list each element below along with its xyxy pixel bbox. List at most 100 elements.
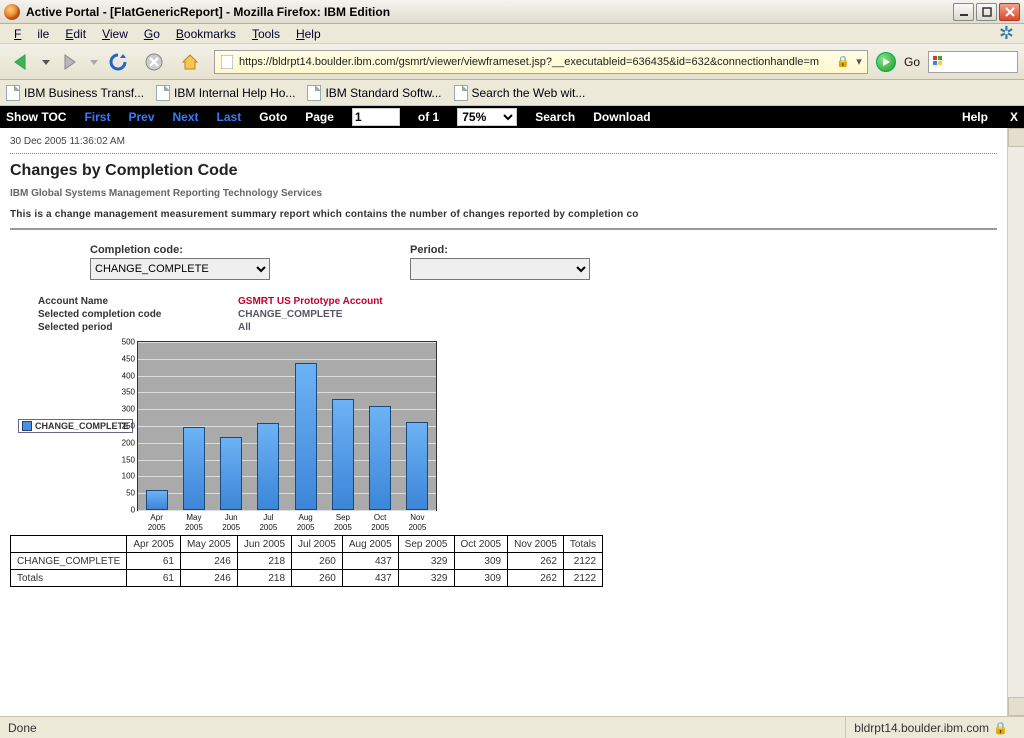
page-icon xyxy=(219,53,235,71)
forward-button[interactable] xyxy=(54,47,86,77)
chart-bar xyxy=(183,427,205,510)
table-cell: 309 xyxy=(454,553,508,570)
maximize-button[interactable] xyxy=(976,3,997,21)
table-header: Totals xyxy=(563,536,602,553)
meta-period-key: Selected period xyxy=(38,322,238,333)
bookmark-item[interactable]: Search the Web wit... xyxy=(454,85,586,101)
menu-file[interactable]: File xyxy=(6,25,57,43)
menu-view[interactable]: View xyxy=(94,25,136,43)
table-cell: 2122 xyxy=(563,553,602,570)
first-page-button[interactable]: First xyxy=(84,110,110,124)
back-button[interactable] xyxy=(6,47,38,77)
report-description: This is a change management measurement … xyxy=(10,209,997,220)
bookmark-item[interactable]: IBM Standard Softw... xyxy=(307,85,441,101)
go-label: Go xyxy=(904,55,920,69)
page-label: Page xyxy=(305,110,334,124)
meta-account-value: GSMRT US Prototype Account xyxy=(238,296,383,307)
page-icon xyxy=(156,85,170,101)
status-domain: bldrpt14.boulder.ibm.com🔒 xyxy=(845,717,1016,738)
menu-edit[interactable]: Edit xyxy=(57,25,94,43)
table-header: Jul 2005 xyxy=(292,536,343,553)
table-cell: 329 xyxy=(398,553,454,570)
divider xyxy=(10,228,997,230)
menu-help[interactable]: Help xyxy=(288,25,329,43)
page-icon xyxy=(6,85,20,101)
divider xyxy=(10,153,997,154)
table-header: Apr 2005 xyxy=(127,536,181,553)
period-select[interactable] xyxy=(410,258,590,280)
menu-tools[interactable]: Tools xyxy=(244,25,288,43)
meta-code-value: CHANGE_COMPLETE xyxy=(238,309,342,320)
firefox-icon xyxy=(4,4,20,20)
next-page-button[interactable]: Next xyxy=(173,110,199,124)
help-button[interactable]: Help xyxy=(962,110,988,124)
meta-account-key: Account Name xyxy=(38,296,238,307)
throbber-icon: ✲ xyxy=(999,23,1018,44)
page-icon xyxy=(307,85,321,101)
chart-bar xyxy=(146,490,168,510)
back-history-dropdown[interactable] xyxy=(42,47,50,77)
report-timestamp: 30 Dec 2005 11:36:02 AM xyxy=(10,136,997,147)
period-label: Period: xyxy=(410,244,590,256)
chart-bar xyxy=(295,363,317,510)
show-toc-button[interactable]: Show TOC xyxy=(6,110,66,124)
url-bar[interactable]: 🔒 ▾ xyxy=(214,50,868,74)
window-titlebar: Active Portal - [FlatGenericReport] - Mo… xyxy=(0,0,1024,24)
url-dropdown[interactable]: ▾ xyxy=(851,55,867,68)
filter-panel: Completion code: CHANGE_COMPLETE Period: xyxy=(90,244,997,280)
table-header: Nov 2005 xyxy=(508,536,564,553)
bookmark-item[interactable]: IBM Internal Help Ho... xyxy=(156,85,295,101)
reload-button[interactable] xyxy=(102,47,134,77)
search-box[interactable] xyxy=(928,51,1018,73)
table-header: Oct 2005 xyxy=(454,536,508,553)
report-title: Changes by Completion Code xyxy=(10,162,997,180)
table-cell: 246 xyxy=(180,570,237,587)
bookmark-item[interactable]: IBM Business Transf... xyxy=(6,85,144,101)
meta-period-value: All xyxy=(238,322,251,333)
close-button[interactable] xyxy=(999,3,1020,21)
url-input[interactable] xyxy=(239,56,835,68)
meta-code-key: Selected completion code xyxy=(38,309,238,320)
data-table: Apr 2005May 2005Jun 2005Jul 2005Aug 2005… xyxy=(10,535,603,587)
row-header: Totals xyxy=(11,570,127,587)
completion-code-select[interactable]: CHANGE_COMPLETE xyxy=(90,258,270,280)
last-page-button[interactable]: Last xyxy=(217,110,242,124)
viewer-close-button[interactable]: X xyxy=(1010,110,1018,124)
report-content: 30 Dec 2005 11:36:02 AM Changes by Compl… xyxy=(0,128,1007,716)
report-subtitle: IBM Global Systems Management Reporting … xyxy=(10,188,997,199)
table-cell: 437 xyxy=(342,570,398,587)
table-header: Jun 2005 xyxy=(237,536,291,553)
table-cell: 218 xyxy=(237,570,291,587)
menu-bookmarks[interactable]: Bookmarks xyxy=(168,25,244,43)
forward-history-dropdown[interactable] xyxy=(90,47,98,77)
home-button[interactable] xyxy=(174,47,206,77)
page-input[interactable] xyxy=(352,108,400,126)
chart-bar xyxy=(220,437,242,510)
table-header: Aug 2005 xyxy=(342,536,398,553)
go-button[interactable] xyxy=(876,52,896,72)
chart: 050100150200250300350400450500Apr2005May… xyxy=(137,341,437,511)
table-cell: 262 xyxy=(508,570,564,587)
stop-button[interactable] xyxy=(138,47,170,77)
table-cell: 246 xyxy=(180,553,237,570)
window-title: Active Portal - [FlatGenericReport] - Mo… xyxy=(26,5,951,19)
table-header: May 2005 xyxy=(180,536,237,553)
table-cell: 61 xyxy=(127,553,181,570)
lock-icon: 🔒 xyxy=(993,721,1008,735)
menu-go[interactable]: Go xyxy=(136,25,168,43)
download-button[interactable]: Download xyxy=(593,110,650,124)
goto-label: Goto xyxy=(259,110,287,124)
prev-page-button[interactable]: Prev xyxy=(128,110,154,124)
status-bar: Done bldrpt14.boulder.ibm.com🔒 xyxy=(0,716,1024,738)
minimize-button[interactable] xyxy=(953,3,974,21)
chart-bar xyxy=(406,422,428,510)
search-button[interactable]: Search xyxy=(535,110,575,124)
zoom-select[interactable]: 75% xyxy=(457,108,517,126)
vertical-scrollbar[interactable] xyxy=(1007,128,1024,716)
page-icon xyxy=(454,85,468,101)
table-row: Totals612462182604373293092622122 xyxy=(11,570,603,587)
menu-bar: File Edit View Go Bookmarks Tools Help ✲ xyxy=(0,24,1024,44)
page-of-label: of 1 xyxy=(418,110,439,124)
table-cell: 260 xyxy=(292,553,343,570)
table-row: CHANGE_COMPLETE6124621826043732930926221… xyxy=(11,553,603,570)
